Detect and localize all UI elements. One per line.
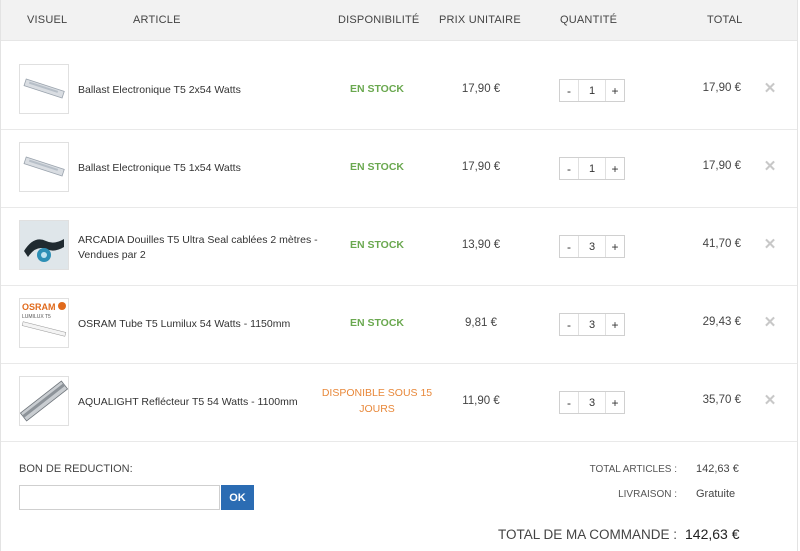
- unit-price: 17,90 €: [461, 161, 501, 173]
- osram-logo-text: OSRAM: [22, 302, 56, 312]
- availability-status: EN STOCK: [349, 239, 405, 251]
- coupon-ok-button[interactable]: OK: [221, 485, 254, 510]
- remove-item-icon[interactable]: ✕: [763, 393, 777, 408]
- product-name[interactable]: OSRAM Tube T5 Lumilux 54 Watts - 1150mm: [78, 317, 318, 332]
- unit-price: 11,90 €: [462, 395, 500, 407]
- osram-sub-text: LUMILUX T5: [22, 314, 51, 320]
- grand-total-label: TOTAL DE MA COMMANDE :: [497, 527, 677, 542]
- availability-status: EN STOCK: [349, 83, 405, 95]
- grand-total-value: 142,63 €: [685, 526, 740, 542]
- product-thumbnail[interactable]: [19, 64, 69, 114]
- product-name[interactable]: AQUALIGHT Reflécteur T5 54 Watts - 1100m…: [78, 395, 318, 410]
- remove-item-icon[interactable]: ✕: [763, 315, 777, 330]
- coupon-code-input[interactable]: [19, 485, 220, 510]
- quantity-stepper: - 1 +: [559, 79, 625, 102]
- coupon-label: BON DE REDUCTION:: [19, 463, 133, 475]
- quantity-increase-button[interactable]: +: [605, 236, 624, 257]
- line-total: 17,90 €: [702, 160, 741, 172]
- quantity-decrease-button[interactable]: -: [560, 314, 579, 335]
- product-name[interactable]: Ballast Electronique T5 2x54 Watts: [78, 83, 318, 98]
- line-total: 35,70 €: [702, 394, 741, 406]
- column-header-prix-unitaire: PRIX UNITAIRE: [439, 14, 521, 26]
- product-name[interactable]: Ballast Electronique T5 1x54 Watts: [78, 161, 318, 176]
- column-header-visuel: VISUEL: [27, 14, 68, 26]
- quantity-value[interactable]: 3: [579, 314, 605, 335]
- column-header-total: TOTAL: [707, 14, 743, 26]
- unit-price: 13,90 €: [461, 239, 501, 251]
- quantity-decrease-button[interactable]: -: [560, 236, 579, 257]
- line-total: 17,90 €: [702, 82, 741, 94]
- quantity-stepper: - 3 +: [559, 313, 625, 336]
- total-articles-value: 142,63 €: [696, 463, 739, 475]
- availability-status: EN STOCK: [349, 317, 405, 329]
- product-thumbnail[interactable]: OSRAM LUMILUX T5: [19, 298, 69, 348]
- column-header-disponibilite: DISPONIBILITÉ: [338, 14, 420, 26]
- availability-status: EN STOCK: [349, 161, 405, 173]
- product-thumbnail[interactable]: [19, 220, 69, 270]
- quantity-stepper: - 3 +: [559, 391, 625, 414]
- cart-row: Ballast Electronique T5 1x54 Watts EN ST…: [1, 129, 797, 208]
- unit-price: 17,90 €: [461, 83, 501, 95]
- quantity-value[interactable]: 1: [579, 158, 605, 179]
- quantity-increase-button[interactable]: +: [605, 392, 624, 413]
- cart-row: Ballast Electronique T5 2x54 Watts EN ST…: [1, 51, 797, 130]
- column-header-article: ARTICLE: [133, 14, 181, 26]
- quantity-decrease-button[interactable]: -: [560, 80, 579, 101]
- line-total: 29,43 €: [702, 316, 741, 328]
- total-articles-label: TOTAL ARTICLES :: [589, 464, 677, 475]
- quantity-value[interactable]: 3: [579, 392, 605, 413]
- quantity-stepper: - 1 +: [559, 157, 625, 180]
- product-name[interactable]: ARCADIA Douilles T5 Ultra Seal cablées 2…: [78, 233, 318, 263]
- remove-item-icon[interactable]: ✕: [763, 237, 777, 252]
- quantity-increase-button[interactable]: +: [605, 80, 624, 101]
- remove-item-icon[interactable]: ✕: [763, 159, 777, 174]
- product-thumbnail[interactable]: [19, 376, 69, 426]
- cart-row: AQUALIGHT Reflécteur T5 54 Watts - 1100m…: [1, 363, 797, 442]
- cart-row: ARCADIA Douilles T5 Ultra Seal cablées 2…: [1, 207, 797, 286]
- line-total: 41,70 €: [702, 238, 741, 250]
- quantity-increase-button[interactable]: +: [605, 314, 624, 335]
- cart-table-header: VISUEL ARTICLE DISPONIBILITÉ PRIX UNITAI…: [1, 0, 797, 41]
- column-header-quantite: QUANTITÉ: [560, 14, 618, 26]
- cart-row: OSRAM LUMILUX T5 OSRAM Tube T5 Lumilux 5…: [1, 285, 797, 364]
- product-thumbnail[interactable]: [19, 142, 69, 192]
- quantity-decrease-button[interactable]: -: [560, 158, 579, 179]
- shopping-cart: VISUEL ARTICLE DISPONIBILITÉ PRIX UNITAI…: [0, 0, 798, 551]
- remove-item-icon[interactable]: ✕: [763, 81, 777, 96]
- quantity-increase-button[interactable]: +: [605, 158, 624, 179]
- livraison-value: Gratuite: [696, 488, 736, 500]
- livraison-label: LIVRAISON :: [618, 489, 677, 500]
- cart-footer: BON DE REDUCTION: OK TOTAL ARTICLES : 14…: [1, 441, 797, 551]
- availability-status: DISPONIBLE SOUS 15 JOURS: [321, 387, 433, 415]
- quantity-stepper: - 3 +: [559, 235, 625, 258]
- quantity-value[interactable]: 1: [579, 80, 605, 101]
- quantity-decrease-button[interactable]: -: [560, 392, 579, 413]
- unit-price: 9,81 €: [465, 317, 497, 329]
- quantity-value[interactable]: 3: [579, 236, 605, 257]
